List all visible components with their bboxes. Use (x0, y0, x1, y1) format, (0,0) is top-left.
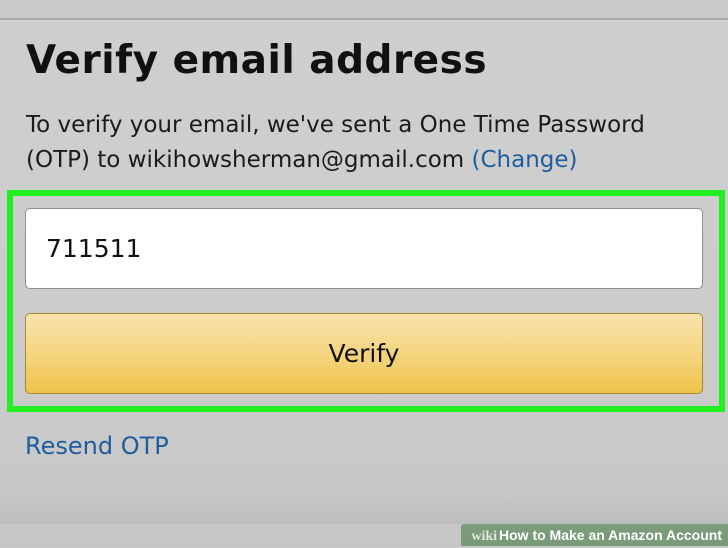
verify-button[interactable]: Verify (25, 313, 703, 394)
wikihow-watermark: wiki How to Make an Amazon Account (461, 524, 728, 546)
page-title: Verify email address (26, 38, 488, 83)
otp-input[interactable] (25, 208, 703, 289)
otp-instructions: To verify your email, we've sent a One T… (26, 108, 706, 178)
bottom-shadow (0, 494, 728, 524)
wikihow-logo: wiki (471, 529, 498, 544)
change-email-link[interactable]: (Change) (472, 147, 578, 173)
watermark-text: How to Make an Amazon Account (499, 527, 722, 543)
resend-otp-link[interactable]: Resend OTP (25, 432, 169, 460)
